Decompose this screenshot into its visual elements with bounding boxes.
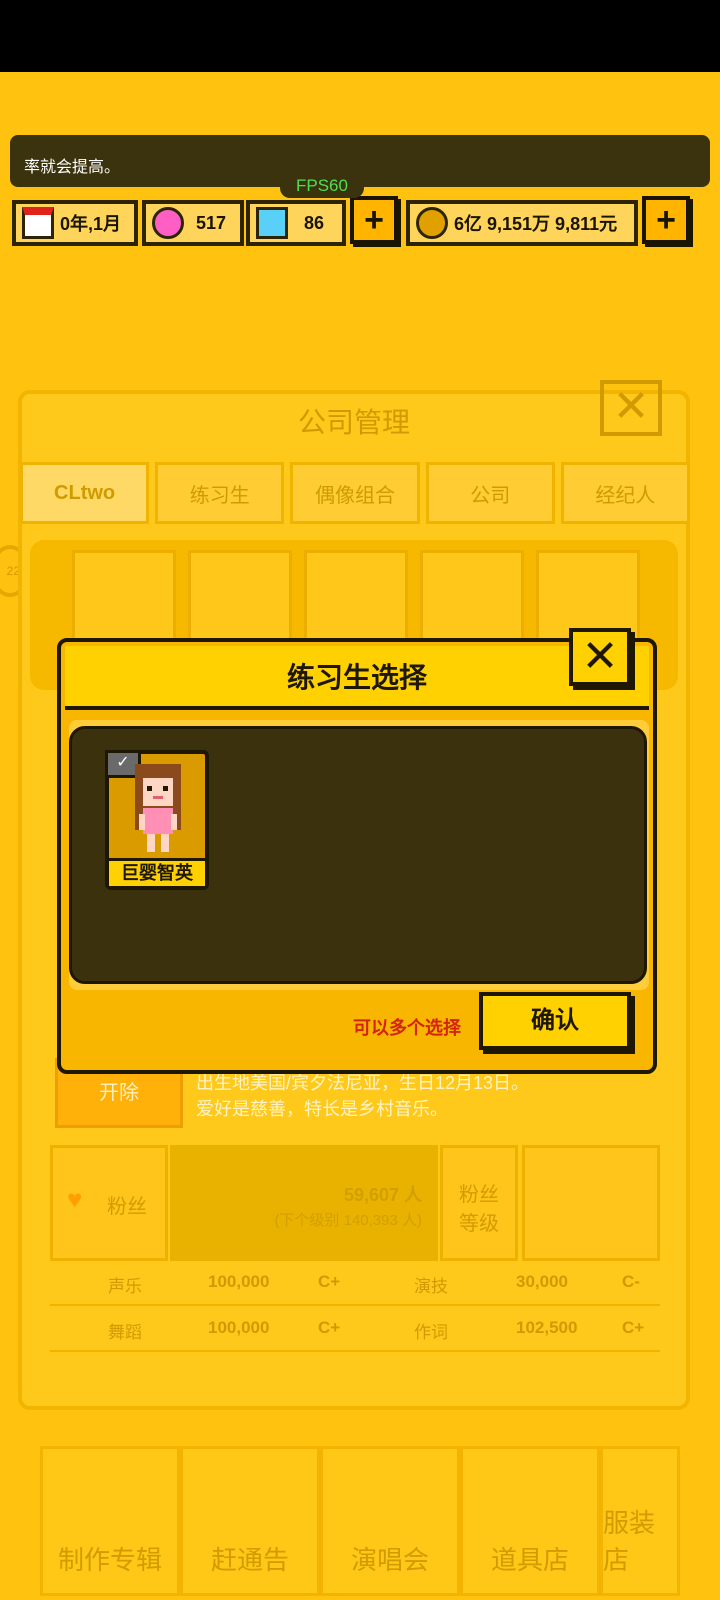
trainee-name: 巨婴智英 [109, 858, 205, 886]
fans-next-level: (下个级别 140,393 人) [274, 1212, 422, 1229]
multi-select-hint: 可以多个选择 [353, 1018, 461, 1038]
tab-trainees[interactable]: 练习生 [155, 462, 285, 524]
candy-count: 517 [196, 212, 227, 233]
stat-grade: C+ [622, 1318, 645, 1337]
nav-item-shop[interactable]: 道具店 [460, 1446, 600, 1596]
trainee-select-dialog: 练习生选择 ✕ ✓ 巨婴智英 可以多个选择 确认 [57, 628, 657, 1074]
fans-count-box: 59,607 人 (下个级别 140,393 人) [170, 1145, 438, 1261]
stat-name: 舞蹈 [108, 1323, 142, 1342]
gem-counter: 86 [246, 200, 346, 246]
stat-grade: C+ [318, 1272, 341, 1291]
fans-box: ♥ 粉丝 [50, 1145, 168, 1261]
tab-bar: CLtwo 练习生 偶像组合 公司 经纪人 [20, 462, 691, 524]
stat-name: 作词 [414, 1323, 448, 1342]
page-title: 公司管理 [297, 407, 410, 438]
tab-cltwo[interactable]: CLtwo [20, 462, 150, 524]
profile-line: 爱好是慈善，特长是乡村音乐。 [196, 1099, 448, 1119]
tab-managers[interactable]: 经纪人 [560, 462, 691, 524]
heart-icon: ♥ [67, 1184, 83, 1214]
table-row: 舞蹈 100,000 C+ 作词 102,500 C+ [50, 1306, 660, 1352]
nav-concert[interactable]: 演唱会 [320, 1446, 460, 1596]
tab-company[interactable]: 公司 [425, 462, 555, 524]
dialog-title: 练习生选择 [286, 662, 427, 693]
money-counter: 6亿 9,151万 9,811元 [406, 200, 638, 246]
money-amount: 6亿 9,151万 9,811元 [454, 214, 618, 234]
calendar-icon [22, 207, 54, 239]
plus-icon: + [364, 201, 384, 239]
bottom-nav: 制作专辑 赶通告 演唱会 道具店 服装店 [40, 1446, 720, 1596]
nav-make-album[interactable]: 制作专辑 [40, 1446, 180, 1596]
confirm-button[interactable]: 确认 [479, 992, 631, 1050]
stat-value: 100,000 [208, 1272, 270, 1291]
stat-value: 102,500 [516, 1318, 578, 1337]
close-button[interactable]: ✕ [569, 628, 631, 686]
date-display: 0年,1月 [12, 200, 138, 246]
fans-level-button[interactable] [522, 1145, 660, 1261]
status-bar [0, 0, 720, 72]
fans-level-label: 粉丝 等级 [440, 1145, 518, 1261]
stats-table: 声乐 100,000 C+ 演技 30,000 C- 舞蹈 100,000 C+… [50, 1260, 660, 1352]
stat-grade: C+ [318, 1318, 341, 1337]
nav-schedule[interactable]: 赶通告 [180, 1446, 320, 1596]
nav-costume-shop[interactable]: 服装店 [600, 1446, 680, 1596]
stat-name: 声乐 [108, 1277, 142, 1296]
fans-row: ♥ 粉丝 59,607 人 (下个级别 140,393 人) 粉丝 等级 [50, 1145, 660, 1265]
fans-label: 粉丝 [107, 1196, 147, 1218]
plus-icon: + [656, 201, 676, 239]
trainee-avatar [135, 764, 181, 852]
stat-value: 100,000 [208, 1318, 270, 1337]
ticker-text: 率就会提高。 [24, 159, 121, 176]
dialog-header: 练习生选择 [65, 646, 649, 710]
gem-count: 86 [304, 212, 325, 233]
fps-counter: FPS60 [280, 174, 364, 198]
tab-idol-groups[interactable]: 偶像组合 [290, 462, 420, 524]
stat-name: 演技 [414, 1277, 448, 1296]
fans-count: 59,607 人 [343, 1185, 422, 1205]
date-text: 0年,1月 [60, 214, 122, 234]
fans-level-text: 粉丝 等级 [459, 1184, 499, 1235]
close-icon: ✕ [581, 632, 619, 681]
stat-grade: C- [622, 1272, 640, 1291]
profile-info: 出生地美国/宾夕法尼亚，生日12月13日。 爱好是慈善，特长是乡村音乐。 [196, 1070, 529, 1122]
diamond-icon [256, 207, 288, 239]
stat-value: 30,000 [516, 1272, 568, 1291]
coin-icon [416, 207, 448, 239]
candy-icon [152, 207, 184, 239]
close-icon[interactable]: ✕ [600, 380, 662, 436]
add-money-button[interactable]: + [642, 196, 690, 244]
add-gem-button[interactable]: + [350, 196, 398, 244]
table-row: 声乐 100,000 C+ 演技 30,000 C- [50, 1260, 660, 1306]
trainee-card[interactable]: ✓ 巨婴智英 [105, 750, 209, 890]
candy-counter: 517 [142, 200, 244, 246]
